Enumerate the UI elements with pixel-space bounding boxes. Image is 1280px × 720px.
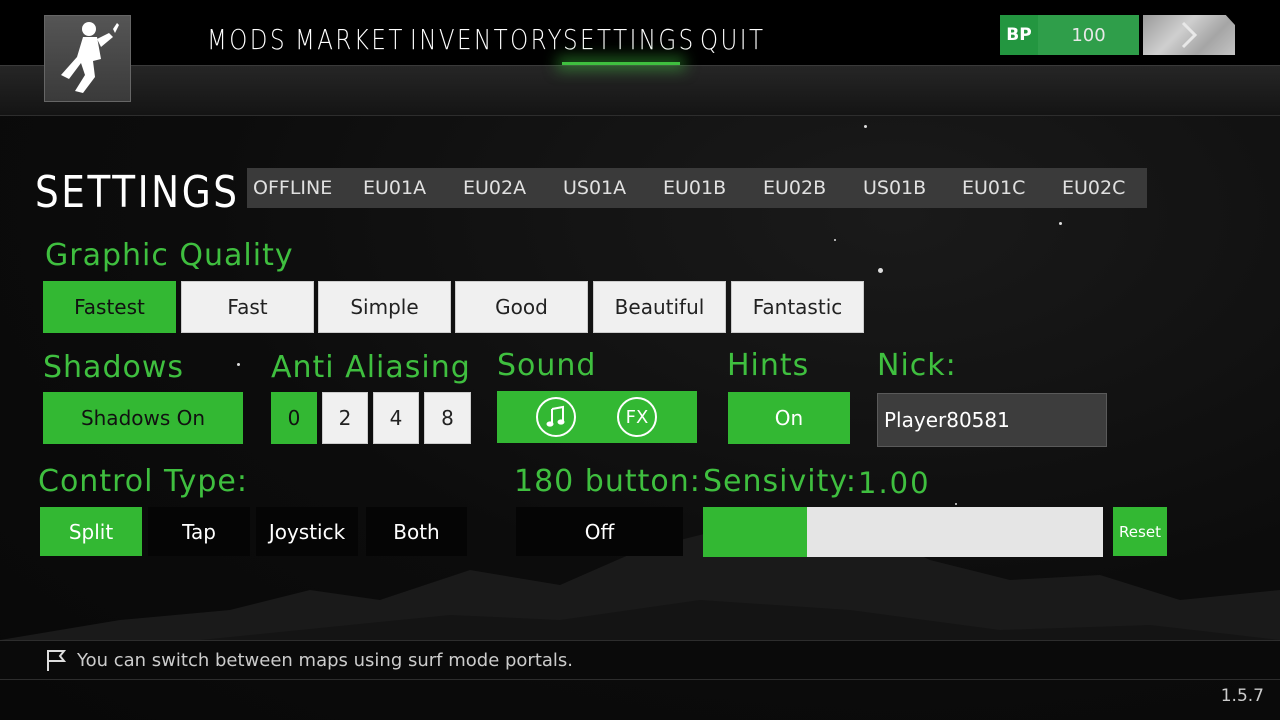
- hints-label: Hints: [727, 348, 810, 383]
- control-joystick-button[interactable]: Joystick: [256, 507, 358, 556]
- star: [1059, 222, 1062, 225]
- server-tab[interactable]: US01B: [863, 168, 926, 208]
- star: [834, 239, 836, 241]
- quality-beautiful-button[interactable]: Beautiful: [593, 281, 726, 333]
- active-nav-indicator: [562, 62, 680, 65]
- sub-header-bar: [0, 66, 1280, 116]
- page-title: SETTINGS: [35, 167, 240, 218]
- nick-input[interactable]: Player80581: [877, 393, 1107, 447]
- star: [878, 268, 883, 273]
- server-tab[interactable]: EU01C: [962, 168, 1025, 208]
- aa-2-button[interactable]: 2: [322, 392, 368, 444]
- nav-settings[interactable]: SETTINGS: [563, 20, 696, 64]
- bp-label: BP: [1000, 15, 1038, 55]
- fx-toggle[interactable]: FX: [617, 397, 657, 437]
- nav-market[interactable]: MARKET: [295, 20, 405, 64]
- button-180-toggle[interactable]: Off: [516, 507, 683, 556]
- server-tab[interactable]: EU02C: [1062, 168, 1125, 208]
- sensitivity-slider[interactable]: [703, 507, 1103, 557]
- control-both-button[interactable]: Both: [366, 507, 467, 556]
- graphic-quality-label: Graphic Quality: [45, 238, 294, 273]
- aa-4-button[interactable]: 4: [373, 392, 419, 444]
- music-toggle[interactable]: [536, 397, 576, 437]
- server-tab[interactable]: EU01A: [363, 168, 426, 208]
- shadows-toggle[interactable]: Shadows On: [43, 392, 243, 444]
- nav-inventory[interactable]: INVENTORY: [410, 20, 564, 64]
- chevron-right-icon: [1181, 21, 1198, 49]
- bp-value: 100: [1071, 24, 1106, 46]
- sensitivity-label: Sensivity:: [703, 464, 858, 499]
- quality-fastest-button[interactable]: Fastest: [43, 281, 176, 333]
- nick-label: Nick:: [877, 348, 957, 383]
- server-tab[interactable]: EU02B: [763, 168, 826, 208]
- server-tab[interactable]: OFFLINE: [253, 168, 332, 208]
- nav-mods[interactable]: MODS: [207, 20, 287, 64]
- control-split-button[interactable]: Split: [40, 507, 142, 556]
- fx-label: FX: [625, 406, 649, 428]
- button-180-label: 180 button:: [514, 464, 701, 499]
- player-avatar[interactable]: [44, 15, 131, 102]
- bp-currency-display: BP 100: [1000, 15, 1139, 55]
- shadows-label: Shadows: [43, 350, 185, 385]
- sensitivity-slider-fill[interactable]: [703, 507, 807, 557]
- server-tab[interactable]: EU01B: [663, 168, 726, 208]
- hint-text: You can switch between maps using surf m…: [77, 649, 574, 671]
- flag-icon: [47, 650, 67, 671]
- aa-0-button[interactable]: 0: [271, 392, 317, 444]
- star: [864, 125, 867, 128]
- quality-good-button[interactable]: Good: [455, 281, 588, 333]
- music-note-icon: [546, 405, 565, 427]
- quality-fast-button[interactable]: Fast: [181, 281, 314, 333]
- hint-bar: You can switch between maps using surf m…: [0, 640, 1280, 680]
- sensitivity-value: 1.00: [858, 466, 931, 500]
- server-tab[interactable]: US01A: [563, 168, 626, 208]
- anti-aliasing-label: Anti Aliasing: [271, 350, 471, 385]
- control-tap-button[interactable]: Tap: [148, 507, 250, 556]
- next-button[interactable]: [1143, 15, 1235, 55]
- quality-simple-button[interactable]: Simple: [318, 281, 451, 333]
- version-label: 1.5.7: [1220, 686, 1264, 706]
- aa-8-button[interactable]: 8: [424, 392, 471, 444]
- star: [237, 363, 240, 366]
- sensitivity-reset-button[interactable]: Reset: [1113, 507, 1167, 556]
- sound-panel: FX: [497, 391, 697, 443]
- server-tabs: OFFLINE EU01A EU02A US01A EU01B EU02B US…: [247, 168, 1147, 208]
- jumping-player-icon: [60, 21, 119, 93]
- sound-label: Sound: [497, 348, 597, 383]
- star: [955, 503, 957, 505]
- nav-quit[interactable]: QUIT: [700, 20, 766, 64]
- control-type-label: Control Type:: [38, 464, 248, 499]
- hints-toggle[interactable]: On: [728, 392, 850, 444]
- server-tab[interactable]: EU02A: [463, 168, 526, 208]
- quality-fantastic-button[interactable]: Fantastic: [731, 281, 864, 333]
